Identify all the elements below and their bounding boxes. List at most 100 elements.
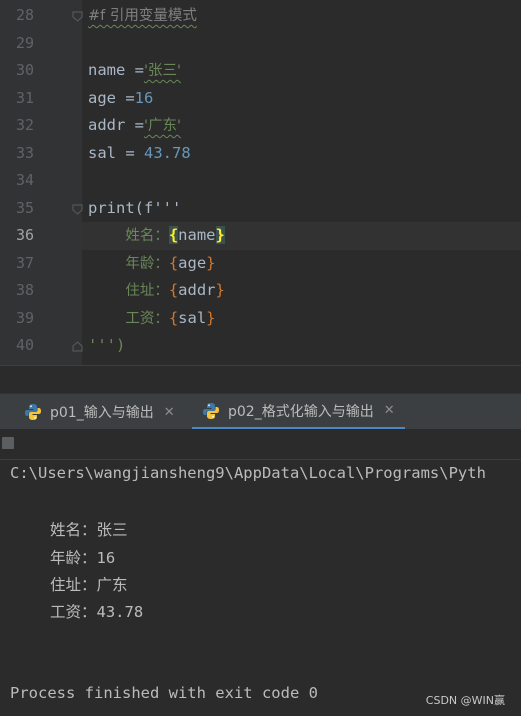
watermark: CSDN @WIN赢 [425, 694, 505, 707]
operator: = [116, 88, 135, 107]
output-label: 工资： [50, 603, 97, 621]
brace-close: } [206, 253, 216, 272]
output-label: 住址： [50, 576, 97, 594]
brace-open: { [168, 281, 179, 299]
console-output-line: 年龄：16 [50, 546, 115, 568]
brace-close: } [215, 226, 225, 244]
gutter-line-current: 36 [0, 222, 82, 250]
code-line[interactable]: 住址：{addr} [82, 277, 521, 305]
print-call: print(f''' [88, 198, 182, 217]
output-value: 43.78 [96, 603, 144, 621]
console-toolbar [0, 429, 521, 459]
comment: #f 引用变量模式 [88, 8, 197, 24]
close-icon[interactable]: ✕ [384, 403, 395, 418]
close-icon[interactable]: ✕ [164, 405, 175, 420]
fstring-label: 工资： [125, 310, 169, 327]
run-console[interactable]: C:\Users\wangjiansheng9\AppData\Local\Pr… [0, 459, 521, 716]
line-number: 30 [15, 61, 34, 79]
fstring-label: 住址： [125, 283, 169, 299]
output-label: 姓名： [50, 521, 97, 539]
brace-close: } [215, 281, 225, 299]
line-number-gutter: 28 29 30 31 32 33 34 35 36 37 38 39 40 [0, 0, 83, 365]
variable-name: age [88, 88, 116, 107]
code-line-current[interactable]: 姓名：{name} [82, 222, 521, 250]
code-line[interactable]: 工资：{sal} [82, 305, 521, 333]
gutter-line: 38 [0, 277, 82, 305]
gutter-line: 33 [0, 140, 82, 168]
string-literal: '张三' [144, 63, 181, 79]
code-line[interactable] [82, 167, 521, 195]
output-value: 16 [96, 549, 116, 567]
brace-open: { [168, 253, 179, 272]
gutter-line: 31 [0, 85, 82, 113]
tab-label: p01_输入与输出 [50, 405, 154, 421]
code-line[interactable]: print(f''' [82, 195, 521, 223]
line-number: 29 [15, 33, 34, 52]
tab-p01[interactable]: p01_输入与输出 ✕ [14, 394, 185, 430]
fstring-ref: age [178, 253, 207, 272]
python-icon [203, 402, 219, 419]
fstring-ref: addr [178, 281, 216, 299]
operator: = [125, 116, 144, 134]
gutter-line: 30 [0, 57, 82, 85]
line-number: 31 [15, 88, 34, 107]
code-line[interactable]: 年龄：{age} [82, 250, 521, 278]
operator: = [116, 143, 144, 162]
fstring-ref: name [178, 226, 216, 244]
number-literal: 43.78 [144, 143, 191, 162]
gutter-line: 35 [0, 195, 83, 223]
output-value: 广东 [96, 576, 128, 594]
brace-open: { [168, 226, 179, 244]
line-number: 33 [15, 143, 34, 162]
tab-label: p02_格式化输入与输出 [228, 403, 374, 420]
output-label: 年龄： [50, 549, 97, 567]
code-line[interactable]: ''') [82, 332, 521, 360]
line-number: 32 [15, 116, 34, 134]
code-line[interactable] [82, 30, 521, 58]
operator: = [125, 61, 144, 79]
console-output-line: 住址：广东 [50, 573, 128, 595]
gutter-line: 37 [0, 250, 82, 278]
line-number: 35 [15, 198, 34, 217]
line-number: 38 [15, 281, 34, 299]
gutter-line: 40 [0, 332, 83, 360]
process-finished-message: Process finished with exit code 0 [10, 684, 318, 702]
stop-icon[interactable] [2, 437, 14, 449]
code-line[interactable]: name ='张三' [82, 57, 521, 85]
console-output-line: 姓名：张三 [50, 518, 128, 540]
code-editor[interactable]: 28 29 30 31 32 33 34 35 36 37 38 39 40 #… [0, 0, 521, 365]
tab-p02[interactable]: p02_格式化输入与输出 ✕ [192, 394, 405, 430]
gutter-line: 32 [0, 112, 82, 140]
variable-name: sal [88, 143, 116, 162]
line-number: 37 [15, 253, 34, 272]
fstring-label: 姓名： [125, 228, 169, 244]
code-line[interactable]: age =16 [82, 85, 521, 113]
variable-name: name [88, 61, 126, 79]
output-value: 张三 [96, 521, 128, 539]
gutter-line: 39 [0, 305, 82, 333]
line-number: 36 [15, 226, 34, 244]
code-line[interactable]: sal = 43.78 [82, 140, 521, 168]
number-literal: 16 [134, 88, 154, 107]
string-close: ''') [88, 336, 126, 354]
brace-close: } [206, 308, 216, 327]
variable-name: addr [88, 116, 126, 134]
run-tab-bar: p01_输入与输出 ✕ p02_格式化输入与输出 ✕ [0, 393, 521, 430]
code-line[interactable]: addr ='广东' [82, 112, 521, 140]
line-number: 34 [15, 171, 34, 189]
console-command: C:\Users\wangjiansheng9\AppData\Local\Pr… [10, 464, 486, 482]
python-icon [25, 404, 41, 420]
string-literal: '广东' [144, 118, 181, 134]
line-number: 40 [15, 336, 34, 354]
line-number: 39 [15, 308, 34, 327]
fstring-ref: sal [178, 308, 207, 327]
gutter-line: 28 [0, 2, 83, 30]
gutter-line: 29 [0, 30, 82, 58]
code-line[interactable]: #f 引用变量模式 [82, 2, 521, 30]
panel-separator [0, 365, 521, 393]
line-number: 28 [15, 6, 34, 24]
gutter-line: 34 [0, 167, 82, 195]
brace-open: { [168, 308, 179, 327]
fstring-label: 年龄： [125, 255, 169, 272]
console-output-line: 工资：43.78 [50, 600, 143, 622]
